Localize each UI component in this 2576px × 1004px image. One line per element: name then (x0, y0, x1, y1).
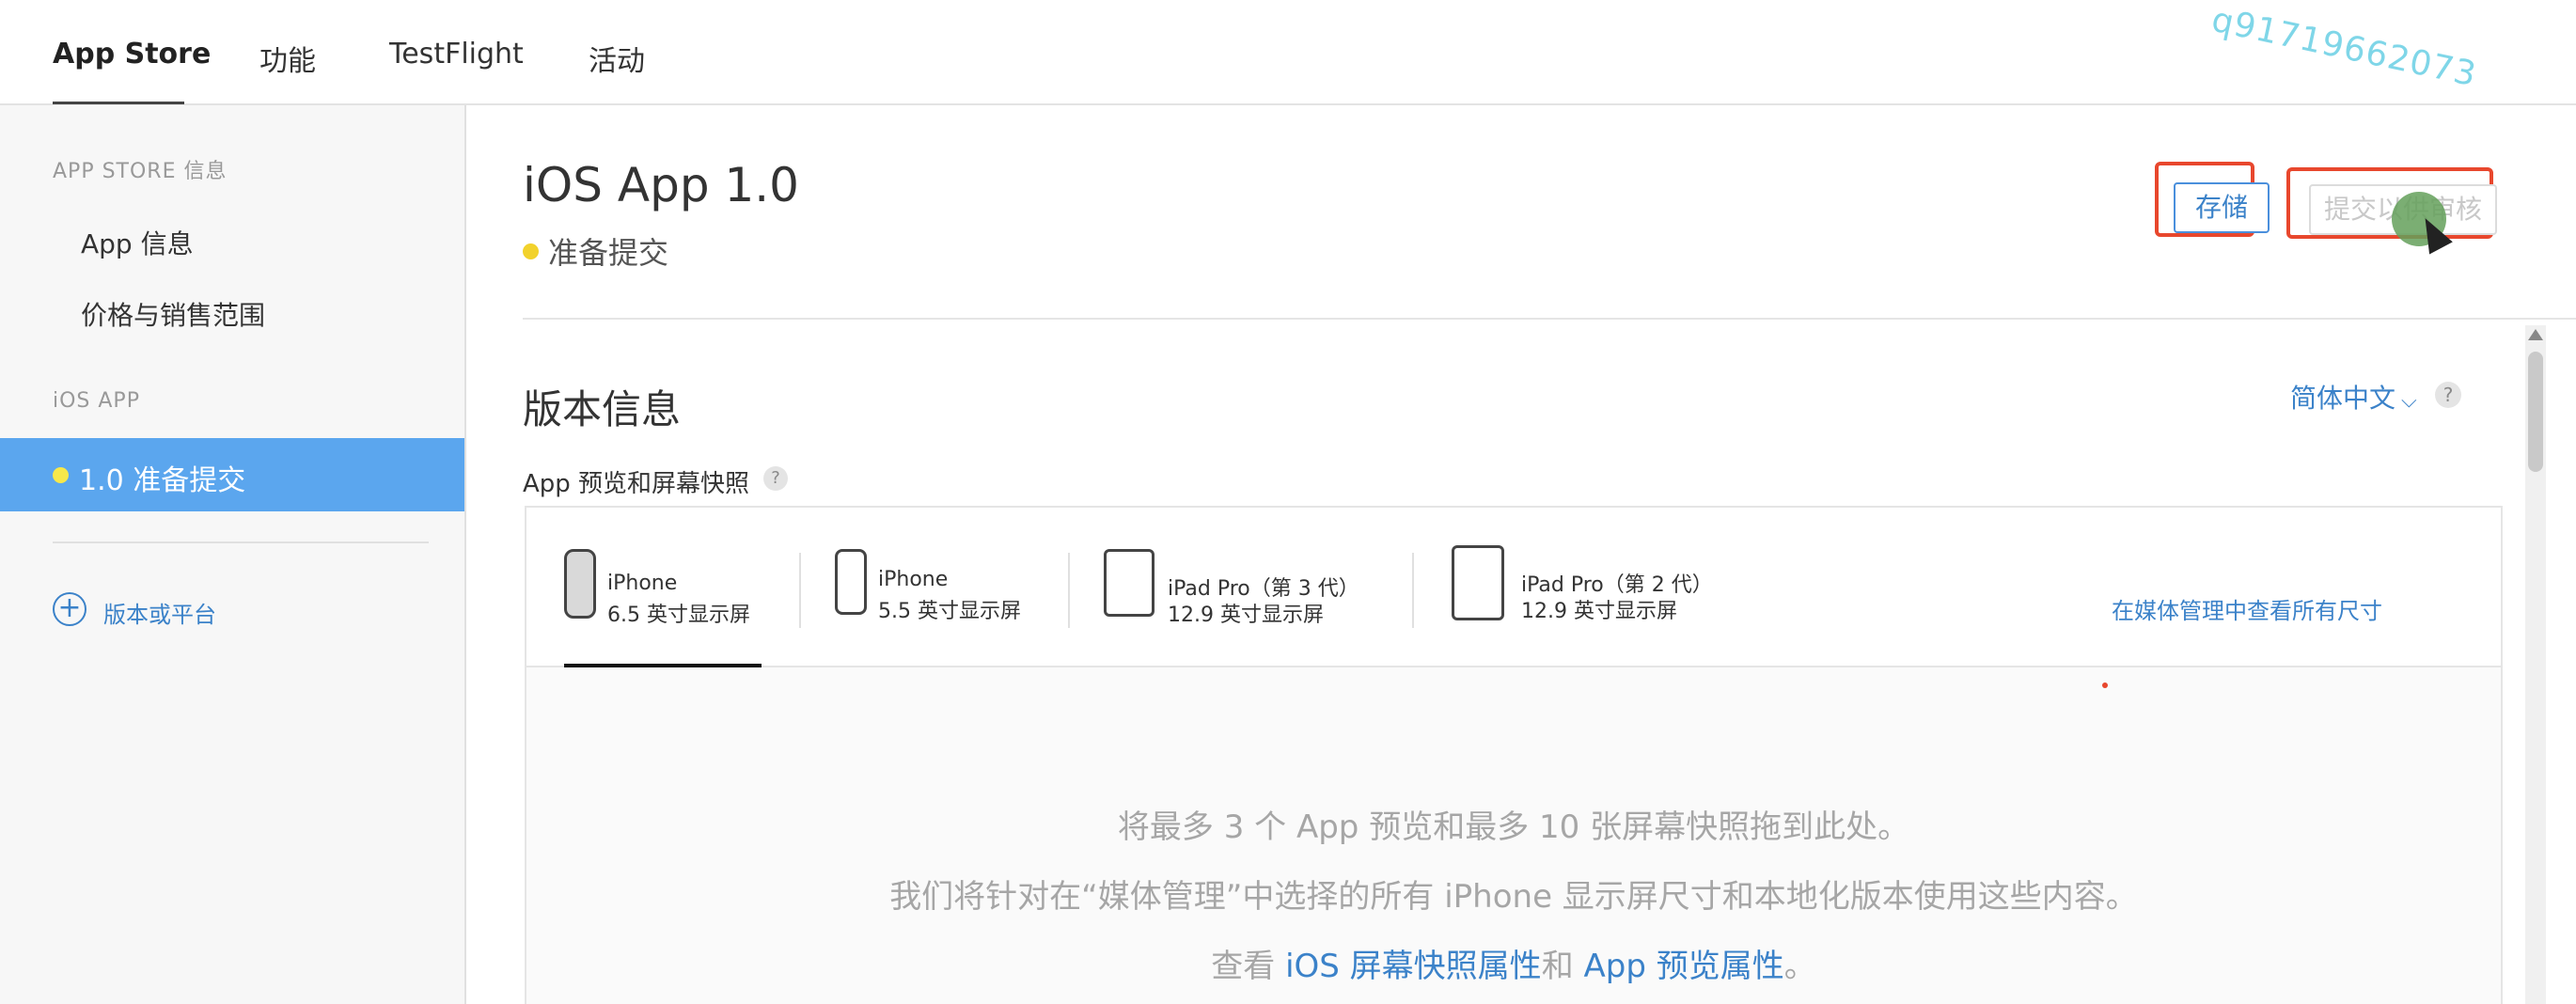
tab-app-store[interactable]: App Store (53, 38, 211, 71)
drop-line3-mid: 和 (1541, 948, 1584, 985)
marker-dot (2102, 682, 2108, 688)
main-content: iOS App 1.0 准备提交 存储 提交以供审核 版本信息 简体中文⌵ ? … (466, 105, 2576, 1004)
sidebar-item-app-info[interactable]: App 信息 (81, 224, 194, 261)
ipad-icon (1452, 545, 1504, 620)
tab-activity[interactable]: 活动 (589, 38, 645, 79)
sidebar-item-label: 1.0 准备提交 (79, 464, 246, 497)
active-device-underline (564, 664, 762, 667)
help-icon[interactable]: ? (2435, 382, 2461, 408)
watermark: q91719662073 (2207, 0, 2480, 95)
section-title: 版本信息 (523, 386, 682, 432)
subsection-label: App 预览和屏幕快照 (523, 464, 749, 499)
drop-line3-suffix: 。 (1783, 948, 1816, 985)
device-tabs: iPhone 6.5 英寸显示屏 iPhone 5.5 英寸显示屏 iPad P… (526, 508, 2501, 667)
help-icon[interactable]: ? (763, 466, 788, 491)
device-size: 5.5 英寸显示屏 (878, 600, 1021, 623)
sidebar-divider (53, 541, 429, 543)
iphone-x-icon (564, 549, 596, 619)
iphone-icon (835, 549, 867, 615)
scroll-up-arrow-icon[interactable] (2528, 329, 2543, 340)
drop-zone-text-line1: 将最多 3 个 App 预览和最多 10 张屏幕快照拖到此处。 (1117, 808, 1910, 846)
add-version-label: 版本或平台 (103, 602, 216, 628)
sidebar: APP STORE 信息 App 信息 价格与销售范围 iOS APP 1.0 … (0, 105, 466, 1004)
language-label: 简体中文 (2290, 383, 2396, 414)
status-dot-icon (53, 467, 69, 483)
sidebar-heading-ios-app: iOS APP (53, 389, 140, 413)
status-label: 准备提交 (548, 235, 669, 271)
sidebar-item-pricing[interactable]: 价格与销售范围 (81, 295, 265, 333)
drop-zone-text-line3: 查看 iOS 屏幕快照属性和 App 预览属性。 (526, 940, 2501, 986)
divider (523, 318, 2576, 320)
device-separator (799, 553, 801, 628)
screenshot-properties-link[interactable]: iOS 屏幕快照属性 (1285, 948, 1542, 985)
page-title: iOS App 1.0 (523, 158, 799, 212)
sidebar-item-version-1-0[interactable]: 1.0 准备提交 (0, 438, 464, 511)
tab-features[interactable]: 功能 (259, 38, 316, 79)
drop-zone-text-line2: 我们将针对在“媒体管理”中选择的所有 iPhone 显示屏尺寸和本地化版本使用这… (889, 878, 2138, 916)
device-separator (1412, 553, 1414, 628)
app-preview-properties-link[interactable]: App 预览属性 (1584, 948, 1784, 985)
subsection-title: App 预览和屏幕快照 (523, 470, 750, 498)
device-separator (1068, 553, 1070, 628)
language-selector[interactable]: 简体中文 ⌵ (2290, 378, 2417, 416)
save-button[interactable]: 存储 (2174, 182, 2270, 233)
device-size: 12.9 英寸显示屏 (1521, 600, 1677, 623)
device-name: iPhone (607, 572, 678, 595)
media-panel: iPhone 6.5 英寸显示屏 iPhone 5.5 英寸显示屏 iPad P… (525, 506, 2503, 1004)
chevron-down-icon: ⌵ (2401, 389, 2417, 413)
tab-testflight[interactable]: TestFlight (389, 38, 524, 71)
status-badge: 准备提交 (523, 229, 668, 273)
status-dot-icon (523, 243, 539, 259)
active-tab-underline (53, 102, 184, 104)
device-size: 6.5 英寸显示屏 (607, 604, 750, 627)
drop-line3-prefix: 查看 (1211, 948, 1286, 985)
ipad-icon (1104, 549, 1154, 617)
device-size: 12.9 英寸显示屏 (1168, 604, 1324, 627)
scrollbar-thumb[interactable] (2528, 352, 2543, 472)
plus-circle-icon: + (53, 592, 86, 626)
sidebar-heading-app-store-info: APP STORE 信息 (53, 160, 228, 183)
device-name: iPhone (878, 568, 949, 591)
top-nav: App Store 功能 TestFlight 活动 q91719662073 (0, 0, 2576, 105)
media-manager-link[interactable]: 在媒体管理中查看所有尺寸 (2112, 592, 2382, 625)
